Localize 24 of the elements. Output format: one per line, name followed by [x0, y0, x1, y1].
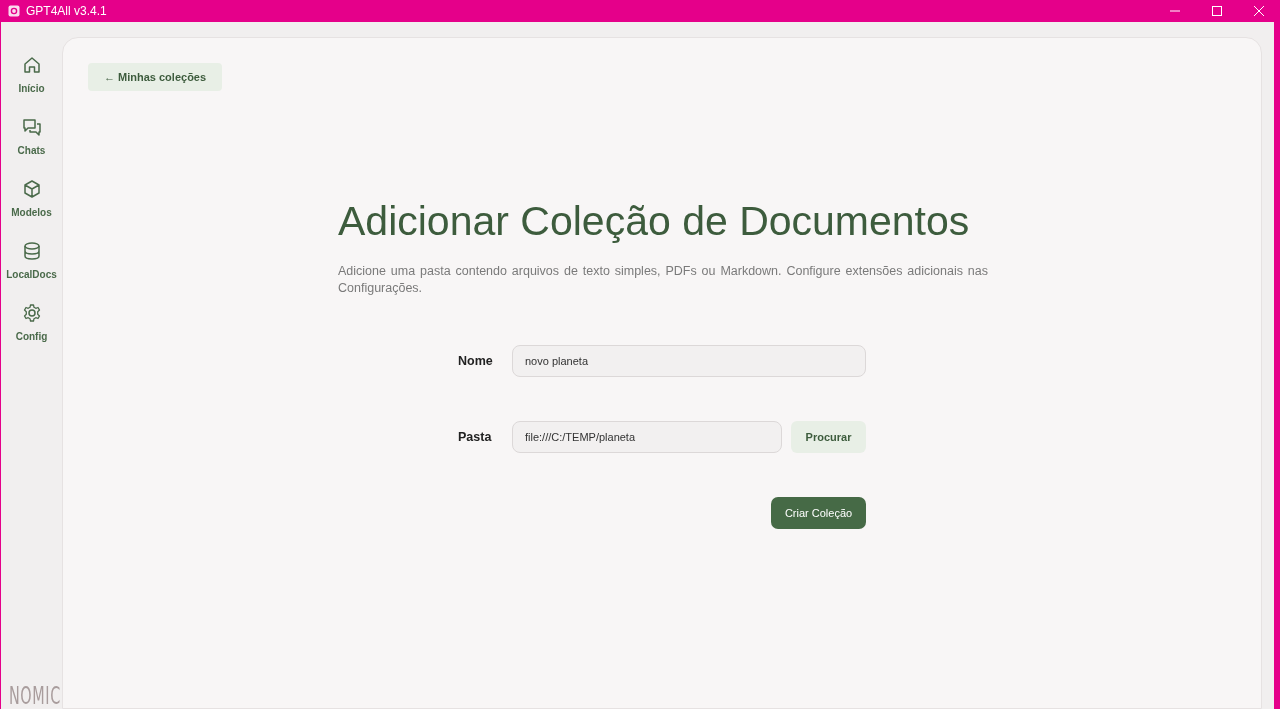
cube-icon: [21, 179, 42, 199]
sidebar-item[interactable]: Chats: [2, 117, 61, 169]
settings-icon: [21, 303, 42, 323]
home-icon: [21, 55, 42, 75]
sidebar-item[interactable]: Modelos: [2, 179, 61, 231]
name-label: Nome: [458, 352, 494, 370]
sidebar-item[interactable]: Início: [2, 55, 61, 107]
folder-field[interactable]: file:///C:/TEMP/planeta: [512, 421, 782, 454]
folder-label: Pasta: [458, 428, 493, 446]
maximize-icon: [1212, 6, 1222, 16]
sidebar-item[interactable]: LocalDocs: [2, 241, 61, 293]
close-icon: [1254, 6, 1264, 16]
page-heading: Adicionar Coleção de Documentos: [338, 197, 971, 246]
window-title: GPT4All v3.4.1: [26, 3, 107, 20]
logo: NOMIC: [9, 684, 61, 708]
name-field[interactable]: novo planeta: [512, 345, 866, 378]
description: Adicione uma pasta contendo arquivos de texto simples, PDFs ou Markdown. Configure extensões adicionais nas Configurações.: [338, 263, 988, 298]
back-button[interactable]: ← Minhas coleções: [88, 63, 223, 91]
sidebar-item[interactable]: Config: [2, 303, 61, 355]
create-collection-button[interactable]: Criar Coleção: [771, 497, 866, 530]
database-icon: [21, 241, 42, 261]
chat-bubbles-icon: [21, 117, 42, 137]
app-icon: [8, 5, 20, 17]
browse-button[interactable]: Procurar: [791, 421, 866, 454]
